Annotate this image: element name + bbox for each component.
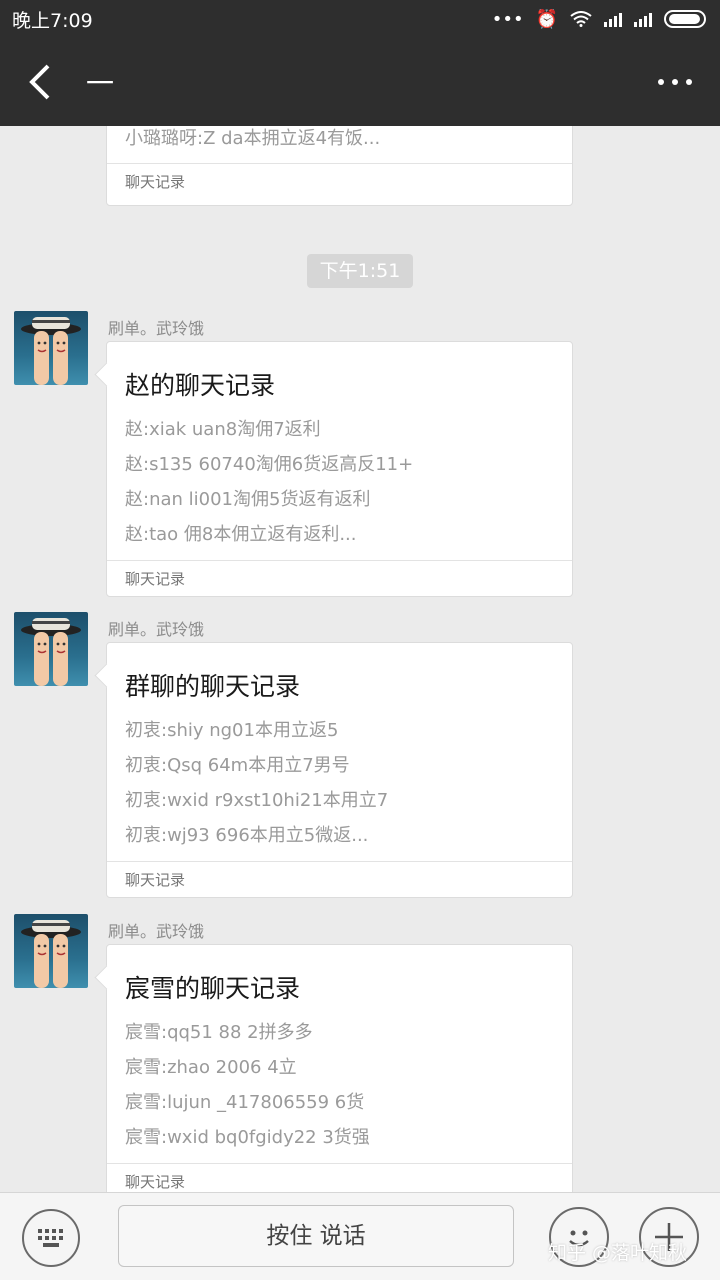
dots-icon: •••: [491, 8, 524, 30]
card-line: 初衷:wj93 696本用立5微返...: [125, 825, 369, 846]
status-icons: ••• ⏰: [492, 9, 706, 30]
wifi-icon: [570, 11, 592, 27]
sender-name: 刷单。武玲饿: [108, 620, 205, 639]
signal-icon: [634, 11, 652, 27]
back-arrow-icon: [29, 64, 50, 100]
title-bar: 一: [0, 38, 720, 126]
status-bar: 晚上7:09 ••• ⏰: [0, 0, 720, 38]
card-line: 宸雪:wxid bq0fgidy22 3货强: [125, 1127, 370, 1148]
avatar-image: [21, 920, 81, 988]
card-line: 初衷:Qsq 64m本用立7男号: [125, 755, 350, 776]
input-bar: 按住 说话: [0, 1192, 720, 1280]
chat-area[interactable]: 小璐璐呀:Z da本拥立返4有饭... 聊天记录 下午1:51 刷单。武玲饿 赵…: [0, 126, 720, 1192]
keyboard-icon: [38, 1229, 63, 1247]
alarm-icon: ⏰: [535, 8, 558, 30]
more-dots-icon: [658, 79, 664, 85]
back-button[interactable]: [0, 38, 80, 126]
chat-title: 一: [86, 67, 115, 100]
sender-name: 刷单。武玲饿: [108, 922, 205, 941]
card-line: 宸雪:qq51 88 2拼多多: [125, 1022, 313, 1043]
card-title: 群聊的聊天记录: [125, 672, 301, 701]
status-time: 晚上7:09: [12, 9, 93, 32]
card-line: 宸雪:zhao 2006 4立: [125, 1057, 297, 1078]
chat-record-card[interactable]: 宸雪的聊天记录 宸雪:qq51 88 2拼多多 宸雪:zhao 2006 4立 …: [106, 944, 573, 1192]
chat-record-card[interactable]: 赵的聊天记录 赵:xiak uan8淘佣7返利 赵:s135 60740淘佣6货…: [106, 341, 573, 597]
card-footer: 聊天记录: [107, 560, 572, 596]
hold-to-talk-button[interactable]: 按住 说话: [118, 1205, 514, 1267]
card-footer: 聊天记录: [107, 861, 572, 897]
avatar-image: [21, 317, 81, 385]
signal-icon: [604, 11, 622, 27]
card-line: 初衷:wxid r9xst10hi21本用立7: [125, 790, 389, 811]
chat-record-card[interactable]: 群聊的聊天记录 初衷:shiy ng01本用立返5 初衷:Qsq 64m本用立7…: [106, 642, 573, 898]
battery-icon: [664, 10, 706, 28]
keyboard-button[interactable]: [22, 1209, 80, 1267]
timestamp-chip: 下午1:51: [307, 254, 413, 288]
watermark: 知乎 @落叶知秋: [548, 1242, 688, 1264]
card-footer: 聊天记录: [107, 1163, 572, 1192]
avatar[interactable]: [14, 914, 88, 988]
card-title: 赵的聊天记录: [125, 371, 276, 400]
avatar[interactable]: [14, 311, 88, 385]
card-line: 赵:tao 佣8本佣立返有返利...: [125, 524, 357, 545]
card-line: 赵:xiak uan8淘佣7返利: [125, 419, 321, 440]
avatar[interactable]: [14, 612, 88, 686]
card-line: 宸雪:lujun _417806559 6货: [125, 1092, 365, 1113]
avatar-image: [21, 618, 81, 686]
card-title: 宸雪的聊天记录: [125, 974, 301, 1003]
sender-name: 刷单。武玲饿: [108, 319, 205, 338]
card-line: 小璐璐呀:Z da本拥立返4有饭...: [125, 128, 381, 149]
card-line: 初衷:shiy ng01本用立返5: [125, 720, 339, 741]
card-line: 赵:nan li001淘佣5货返有返利: [125, 489, 371, 510]
chat-record-card[interactable]: 小璐璐呀:Z da本拥立返4有饭... 聊天记录: [106, 126, 573, 206]
more-button[interactable]: [630, 38, 720, 126]
card-line: 赵:s135 60740淘佣6货返高反11+: [125, 454, 414, 475]
card-footer: 聊天记录: [107, 163, 572, 199]
